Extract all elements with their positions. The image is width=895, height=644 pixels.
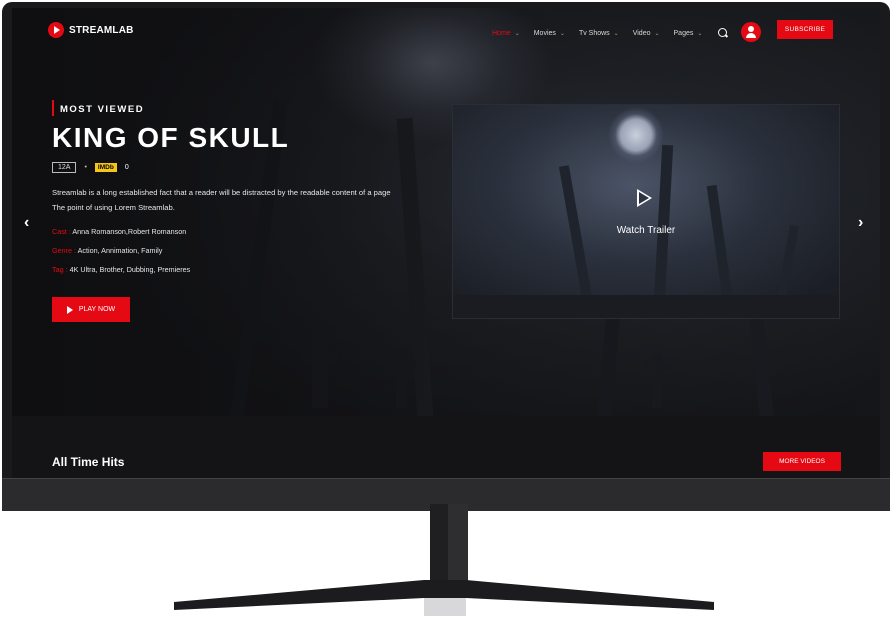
tag-value: 4K Ultra, Brother, Dubbing, Premieres (69, 265, 191, 274)
cast-value: Anna Romanson,Robert Romanson (72, 227, 187, 236)
cast-label: Cast : (52, 227, 71, 236)
chevron-down-icon: ⌄ (514, 31, 520, 37)
nav-label: Tv Shows (578, 30, 610, 37)
eyebrow-accent-bar (52, 100, 54, 116)
logo-text: STREAMLAB (69, 24, 134, 36)
monitor-stand-base (174, 580, 714, 616)
genre-label: Genre : (52, 246, 76, 255)
more-videos-button[interactable]: MORE VIDEOS (763, 452, 841, 471)
user-icon[interactable] (741, 22, 761, 42)
nav-item-pages[interactable]: Pages ⌄ (674, 30, 703, 37)
nav-label: Pages (673, 30, 694, 37)
monitor: STREAMLAB Home ⌄ Movies ⌄ Tv Shows ⌄ Video ⌄… (0, 0, 895, 644)
play-icon[interactable] (637, 189, 652, 207)
hero-description: Streamlab is a long established fact tha… (52, 185, 452, 215)
search-icon[interactable] (718, 28, 727, 37)
logo[interactable]: STREAMLAB (48, 22, 134, 38)
section-title: All Time Hits (52, 455, 125, 469)
nav-item-home[interactable]: Home ⌄ (492, 30, 520, 37)
chevron-right-icon[interactable]: › (858, 214, 863, 232)
imdb-badge: IMDb (94, 163, 117, 172)
cast-row: Cast : Anna Romanson,Robert Romanson (52, 227, 186, 236)
subscribe-button[interactable]: SUBSCRIBE (777, 20, 833, 39)
main-nav: Home ⌄ Movies ⌄ Tv Shows ⌄ Video ⌄ Pages ⌄ (492, 30, 702, 37)
play-icon (66, 305, 73, 314)
nav-label: Video (632, 30, 651, 37)
genre-row: Genre : Action, Annimation, Family (52, 246, 162, 255)
chevron-down-icon: ⌄ (654, 31, 660, 37)
content-section (12, 416, 880, 478)
chevron-down-icon: ⌄ (613, 31, 619, 37)
tag-row: Tag : 4K Ultra, Brother, Dubbing, Premie… (52, 265, 190, 274)
play-now-button[interactable]: PLAY NOW (52, 297, 130, 322)
nav-item-movies[interactable]: Movies ⌄ (534, 30, 565, 37)
meta-separator: • (84, 164, 87, 171)
play-now-label: PLAY NOW (78, 306, 116, 313)
nav-item-tv-shows[interactable]: Tv Shows ⌄ (579, 30, 619, 37)
play-logo-icon (48, 22, 64, 38)
description-line: The point of using Lorem Streamlab. (52, 203, 175, 212)
hero-title: KING OF SKULL (52, 122, 290, 153)
screen: STREAMLAB Home ⌄ Movies ⌄ Tv Shows ⌄ Video ⌄… (12, 8, 880, 478)
genre-value: Action, Annimation, Family (77, 246, 163, 255)
nav-item-video[interactable]: Video ⌄ (633, 30, 660, 37)
nav-label: Movies (533, 30, 556, 37)
hand-silhouette (706, 184, 734, 306)
trailer-preview[interactable]: Watch Trailer (452, 104, 840, 319)
tag-label: Tag : (52, 265, 68, 274)
eyebrow-label: MOST VIEWED (60, 104, 145, 115)
description-line: Streamlab is a long established fact tha… (52, 188, 391, 197)
chevron-left-icon[interactable]: ‹ (24, 214, 29, 232)
hand-silhouette (776, 224, 799, 306)
chevron-down-icon: ⌄ (559, 31, 565, 37)
chevron-down-icon: ⌄ (697, 31, 703, 37)
age-rating-badge: 12A (52, 162, 77, 173)
ground (453, 295, 839, 318)
watch-trailer-label[interactable]: Watch Trailer (453, 225, 839, 236)
imdb-score: 0 (124, 164, 129, 171)
movie-meta: 12A • IMDb 0 (52, 162, 129, 173)
nav-label: Home (492, 30, 511, 37)
